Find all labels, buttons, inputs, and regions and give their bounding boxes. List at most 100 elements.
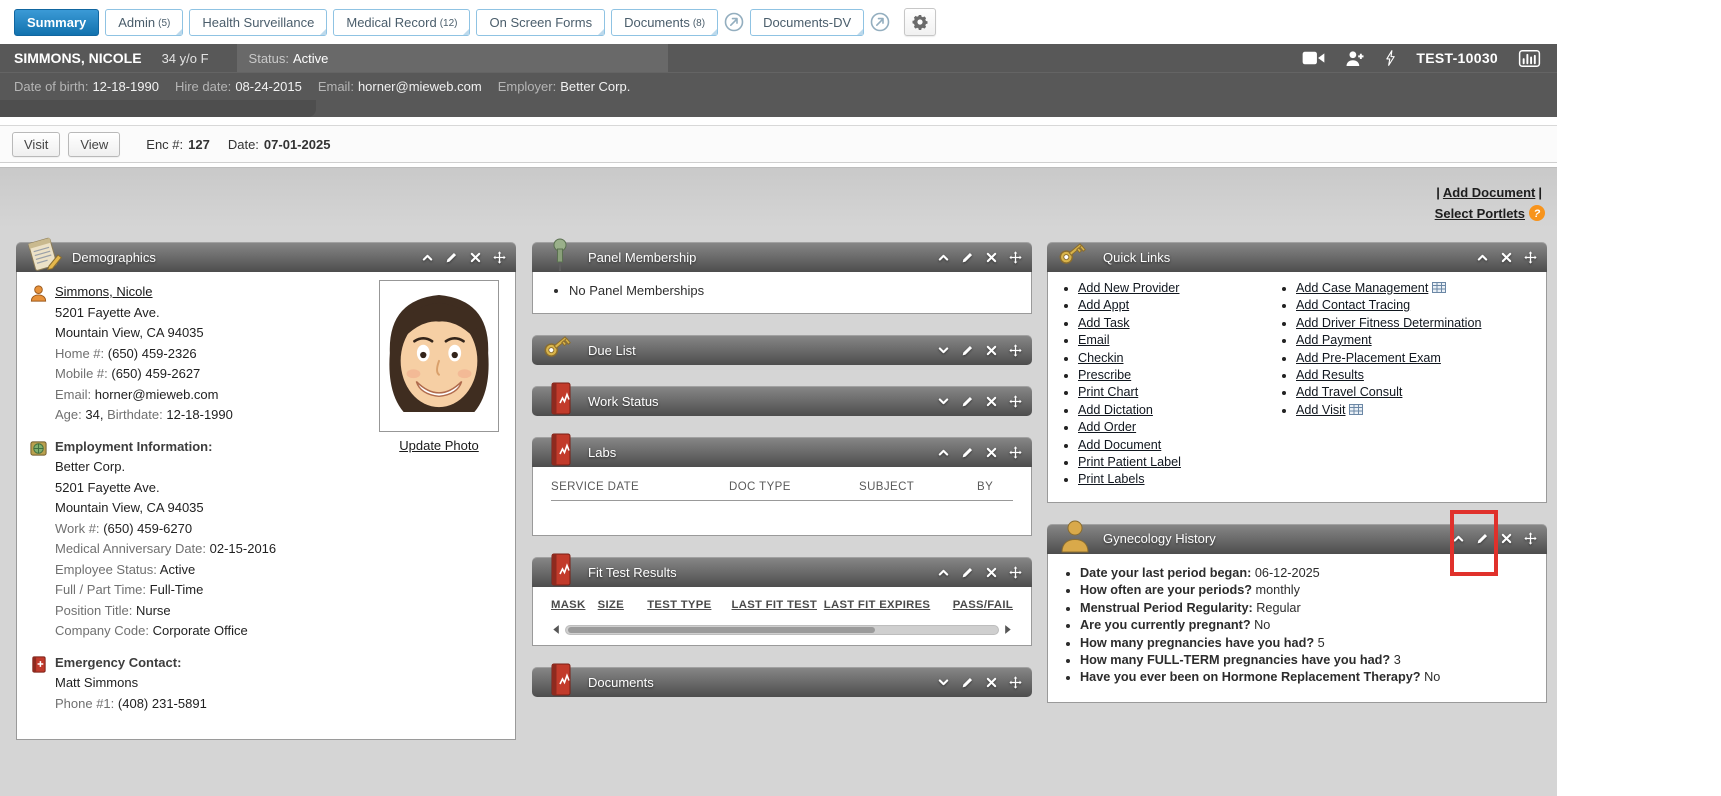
sort-column-header[interactable]: TEST TYPE (647, 599, 731, 611)
scrollbar-thumb[interactable] (568, 627, 875, 633)
quick-link[interactable]: Add Appt (1078, 298, 1129, 312)
collapse-icon[interactable] (937, 566, 950, 579)
lightning-icon[interactable] (1385, 49, 1396, 67)
update-photo-link[interactable]: Update Photo (399, 438, 479, 453)
quick-link[interactable]: Add New Provider (1078, 281, 1180, 295)
quick-link[interactable]: Add Task (1078, 316, 1130, 330)
edit-icon[interactable] (961, 676, 974, 689)
add-document-link[interactable]: Add Document (1443, 185, 1535, 200)
settings-button[interactable] (904, 8, 936, 36)
close-icon[interactable] (985, 251, 998, 264)
tab-documents[interactable]: Documents(8) (611, 9, 718, 36)
portlet-panel-membership: Panel Membership No Panel Memberships (532, 242, 1032, 314)
collapse-icon[interactable] (1476, 251, 1489, 264)
portlet-header[interactable]: Documents (532, 667, 1032, 697)
quick-link[interactable]: Add Case Management (1296, 281, 1428, 295)
close-icon[interactable] (985, 446, 998, 459)
encounter-date: Date:07-01-2025 (228, 137, 331, 152)
sort-column-header[interactable]: LAST FIT EXPIRES (824, 599, 953, 611)
move-icon[interactable] (493, 251, 506, 264)
quick-link[interactable]: Add Visit (1296, 403, 1345, 417)
move-icon[interactable] (1524, 251, 1537, 264)
portlet-header[interactable]: Panel Membership (532, 242, 1032, 272)
expand-icon[interactable] (937, 344, 950, 357)
expand-icon[interactable] (937, 395, 950, 408)
portlet-header[interactable]: Quick Links (1047, 242, 1547, 272)
scroll-left-icon[interactable] (551, 624, 560, 635)
popout-arrow-icon[interactable] (724, 12, 744, 32)
quick-link[interactable]: Add Payment (1296, 333, 1372, 347)
help-icon[interactable]: ? (1529, 205, 1545, 221)
move-icon[interactable] (1009, 395, 1022, 408)
edit-icon[interactable] (445, 251, 458, 264)
collapse-icon[interactable] (937, 446, 950, 459)
edit-icon[interactable] (961, 566, 974, 579)
close-icon[interactable] (985, 676, 998, 689)
move-icon[interactable] (1009, 446, 1022, 459)
tab-on-screen-forms[interactable]: On Screen Forms (476, 9, 605, 36)
close-icon[interactable] (1500, 532, 1513, 545)
edit-icon[interactable] (961, 446, 974, 459)
tab-documents-dv[interactable]: Documents-DV (750, 9, 864, 36)
move-icon[interactable] (1524, 532, 1537, 545)
portlet-header[interactable]: Due List (532, 335, 1032, 365)
tab-health-surveillance[interactable]: Health Surveillance (189, 9, 327, 36)
portlet-header[interactable]: Demographics (16, 242, 516, 272)
collapse-icon[interactable] (937, 251, 950, 264)
tab-admin[interactable]: Admin(5) (105, 9, 183, 36)
scroll-right-icon[interactable] (1004, 624, 1013, 635)
sort-column-header[interactable]: LAST FIT TEST (732, 599, 824, 611)
sort-column-header[interactable]: SIZE (598, 599, 648, 611)
view-button[interactable]: View (68, 132, 120, 157)
portlet-header[interactable]: Labs (532, 437, 1032, 467)
quick-link[interactable]: Add Contact Tracing (1296, 298, 1410, 312)
edit-icon[interactable] (1476, 532, 1489, 545)
close-icon[interactable] (985, 395, 998, 408)
edit-icon[interactable] (961, 251, 974, 264)
quick-link[interactable]: Email (1078, 333, 1110, 347)
portlet-header[interactable]: Fit Test Results (532, 557, 1032, 587)
video-camera-icon[interactable] (1302, 50, 1325, 66)
person-add-icon[interactable] (1345, 50, 1365, 67)
sort-column-header[interactable]: PASS/FAIL (953, 599, 1013, 611)
quick-link[interactable]: Prescribe (1078, 368, 1131, 382)
quick-link[interactable]: Add Pre-Placement Exam (1296, 351, 1441, 365)
expand-icon[interactable] (937, 676, 950, 689)
collapse-icon[interactable] (421, 251, 434, 264)
portlet-header[interactable]: Work Status (532, 386, 1032, 416)
tab-summary[interactable]: Summary (14, 9, 99, 36)
close-icon[interactable] (985, 566, 998, 579)
move-icon[interactable] (1009, 566, 1022, 579)
list-item: Add Document (1078, 437, 1270, 454)
address-line: Mountain View, CA 94035 (55, 325, 204, 340)
quick-link[interactable]: Add Document (1078, 438, 1161, 452)
move-icon[interactable] (1009, 251, 1022, 264)
patient-name: SIMMONS, NICOLE (14, 50, 142, 66)
edit-icon[interactable] (961, 344, 974, 357)
tab-medical-record[interactable]: Medical Record(12) (333, 9, 470, 36)
patient-name-link[interactable]: Simmons, Nicole (55, 282, 153, 303)
quick-link[interactable]: Print Labels (1078, 472, 1145, 486)
close-icon[interactable] (985, 344, 998, 357)
quick-link[interactable]: Checkin (1078, 351, 1124, 365)
quick-link[interactable]: Add Order (1078, 420, 1136, 434)
quick-link[interactable]: Add Travel Consult (1296, 385, 1402, 399)
edit-icon[interactable] (961, 395, 974, 408)
quick-link[interactable]: Add Results (1296, 368, 1364, 382)
close-icon[interactable] (469, 251, 482, 264)
select-portlets-link[interactable]: Select Portlets (1435, 206, 1525, 221)
bar-chart-icon[interactable] (1518, 50, 1541, 67)
collapse-icon[interactable] (1452, 532, 1465, 545)
sort-column-header[interactable]: MASK (551, 599, 598, 611)
scrollbar-track[interactable] (565, 625, 999, 635)
popout-arrow-icon[interactable] (870, 12, 890, 32)
close-icon[interactable] (1500, 251, 1513, 264)
move-icon[interactable] (1009, 344, 1022, 357)
move-icon[interactable] (1009, 676, 1022, 689)
quick-link[interactable]: Print Patient Label (1078, 455, 1181, 469)
quick-link[interactable]: Print Chart (1078, 385, 1138, 399)
quick-link[interactable]: Add Driver Fitness Determination (1296, 316, 1481, 330)
portlet-header[interactable]: Gynecology History (1047, 524, 1547, 554)
visit-button[interactable]: Visit (12, 132, 60, 157)
quick-link[interactable]: Add Dictation (1078, 403, 1153, 417)
